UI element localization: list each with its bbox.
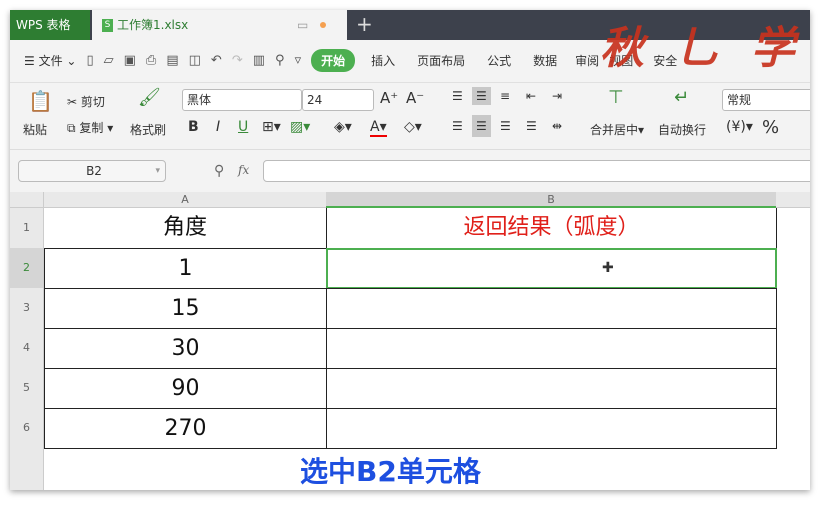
row-header[interactable]: 2 — [10, 248, 44, 288]
row-header[interactable]: 3 — [10, 288, 44, 328]
ribbon: 📋 粘贴 ✂ 剪切 ⧉ 复制 ▾ 🖌 格式刷 黑体 24 A⁺ A⁻ B I U… — [10, 82, 810, 150]
format-painter-icon[interactable]: 🖌 — [138, 87, 161, 108]
cut-button[interactable]: ✂ 剪切 — [67, 93, 105, 110]
redo-icon[interactable]: ↷ — [232, 53, 243, 68]
merge-icon[interactable]: ⊤ — [608, 87, 624, 108]
new-icon[interactable]: ▯ — [86, 53, 93, 68]
wps-window: WPS 表格 S 工作簿1.xlsx ▭ + ☰ 文件 ⌄ ▯ ▱ ▣ ⎙ ▤ ◫… — [10, 10, 810, 490]
name-box[interactable]: B2 ▾ — [18, 160, 166, 182]
print-preview-icon[interactable]: ▤ — [166, 53, 178, 68]
wrap-icon[interactable]: ↵ — [674, 87, 689, 108]
wrap-text-button[interactable]: 自动换行 — [658, 121, 706, 138]
unsaved-dot-icon — [320, 22, 326, 28]
spreadsheet-icon: S — [102, 19, 113, 32]
bold-button[interactable]: B — [188, 119, 199, 135]
file-menu[interactable]: ☰ 文件 ⌄ — [24, 52, 76, 69]
row-header[interactable]: 5 — [10, 368, 44, 408]
cell-b5[interactable] — [326, 368, 777, 409]
tab-insert[interactable]: 插入 — [371, 52, 395, 69]
cell-a5[interactable]: 90 — [44, 368, 327, 409]
fx-button[interactable]: fx — [238, 163, 249, 177]
column-header-c[interactable] — [776, 192, 810, 208]
percent-button[interactable]: % — [762, 117, 779, 138]
cell-style-icon[interactable]: ▨▾ — [290, 119, 310, 135]
indent-increase-icon[interactable]: ⇥ — [552, 89, 562, 103]
row-header[interactable]: 1 — [10, 208, 44, 248]
italic-button[interactable]: I — [216, 119, 220, 135]
number-format-select[interactable]: 常规 — [722, 89, 810, 111]
currency-button[interactable]: (¥)▾ — [726, 119, 753, 135]
preview-icon[interactable]: ◫ — [189, 53, 201, 68]
cell-a2[interactable]: 1 — [44, 248, 327, 289]
decrease-font-icon[interactable]: A⁻ — [406, 89, 424, 107]
select-all-corner[interactable] — [10, 192, 44, 208]
cell-a4[interactable]: 30 — [44, 328, 327, 369]
instruction-caption: 选中B2单元格 — [300, 455, 481, 488]
merge-center-button[interactable]: 合并居中▾ — [590, 121, 644, 138]
tab-data[interactable]: 数据 — [533, 52, 557, 69]
tab-start[interactable]: 开始 — [311, 48, 356, 72]
paste-icon[interactable]: 📋 — [28, 89, 53, 113]
cell-b6[interactable] — [326, 408, 777, 449]
save-icon[interactable]: ▣ — [124, 53, 136, 68]
formula-bar: B2 ▾ ⚲ fx — [10, 155, 810, 190]
more-icon[interactable]: ▿ — [295, 53, 302, 68]
undo-icon[interactable]: ↶ — [211, 53, 222, 68]
document-title: 工作簿1.xlsx — [117, 18, 189, 32]
font-size-select[interactable]: 24 — [302, 89, 374, 111]
cell-a3[interactable]: 15 — [44, 288, 327, 329]
format-painter-button[interactable]: 格式刷 — [130, 121, 166, 138]
search-icon[interactable]: ⚲ — [275, 53, 285, 68]
font-color-icon[interactable]: A▾ — [370, 119, 387, 137]
cell-a1[interactable]: 角度 — [44, 208, 327, 249]
increase-font-icon[interactable]: A⁺ — [380, 89, 398, 107]
align-center-icon[interactable]: ☰ — [472, 115, 491, 137]
font-select[interactable]: 黑体 — [182, 89, 302, 111]
monitor-icon[interactable]: ▭ — [297, 10, 308, 40]
tab-formulas[interactable]: 公式 — [487, 52, 511, 69]
underline-button[interactable]: U — [238, 119, 248, 135]
row-header[interactable]: 6 — [10, 408, 44, 448]
align-left-icon[interactable]: ☰ — [452, 119, 463, 133]
app-tab[interactable]: WPS 表格 — [10, 10, 90, 40]
print-icon[interactable]: ⎙ — [146, 53, 156, 68]
column-header-a[interactable]: A — [44, 192, 326, 208]
distribute-icon[interactable]: ⇹ — [552, 119, 562, 133]
open-icon[interactable]: ▱ — [104, 53, 114, 68]
hamburger-icon: ☰ — [24, 53, 39, 68]
cell-b1[interactable]: 返回结果（弧度） — [326, 208, 777, 249]
spreadsheet-grid: A B 1 2 3 4 5 6 角度 返回结果（弧度） 1 ✚ 15 30 90… — [10, 192, 810, 490]
tab-page-layout[interactable]: 页面布局 — [417, 52, 465, 69]
new-tab-button[interactable]: + — [356, 12, 373, 36]
cell-b3[interactable] — [326, 288, 777, 329]
cell-b2-selected[interactable] — [326, 248, 777, 289]
copy-button[interactable]: ⧉ 复制 ▾ — [67, 119, 113, 136]
watermark-logo: 秋 乚 学 — [600, 23, 803, 74]
zoom-formula-icon[interactable]: ⚲ — [214, 163, 224, 179]
justify-icon[interactable]: ☰ — [526, 119, 537, 133]
clear-icon[interactable]: ◇▾ — [404, 119, 422, 135]
align-middle-icon[interactable]: ☰ — [472, 87, 491, 105]
column-header-b[interactable]: B — [326, 192, 776, 208]
tab-review[interactable]: 审阅 — [575, 52, 599, 69]
cell-a6[interactable]: 270 — [44, 408, 327, 449]
pdf-icon[interactable]: ▥ — [253, 53, 265, 68]
align-right-icon[interactable]: ☰ — [500, 119, 511, 133]
row-header[interactable] — [10, 448, 44, 490]
align-bottom-icon[interactable]: ≡ — [500, 89, 510, 103]
align-top-icon[interactable]: ☰ — [452, 89, 463, 103]
indent-decrease-icon[interactable]: ⇤ — [526, 89, 536, 103]
formula-input[interactable] — [263, 160, 810, 182]
cell-b4[interactable] — [326, 328, 777, 369]
fill-color-icon[interactable]: ◈▾ — [334, 119, 352, 135]
cursor-cross-icon: ✚ — [602, 260, 614, 276]
row-header[interactable]: 4 — [10, 328, 44, 368]
document-tab[interactable]: S 工作簿1.xlsx ▭ — [92, 10, 347, 40]
border-icon[interactable]: ⊞▾ — [262, 119, 281, 135]
paste-button[interactable]: 粘贴 — [23, 121, 47, 138]
